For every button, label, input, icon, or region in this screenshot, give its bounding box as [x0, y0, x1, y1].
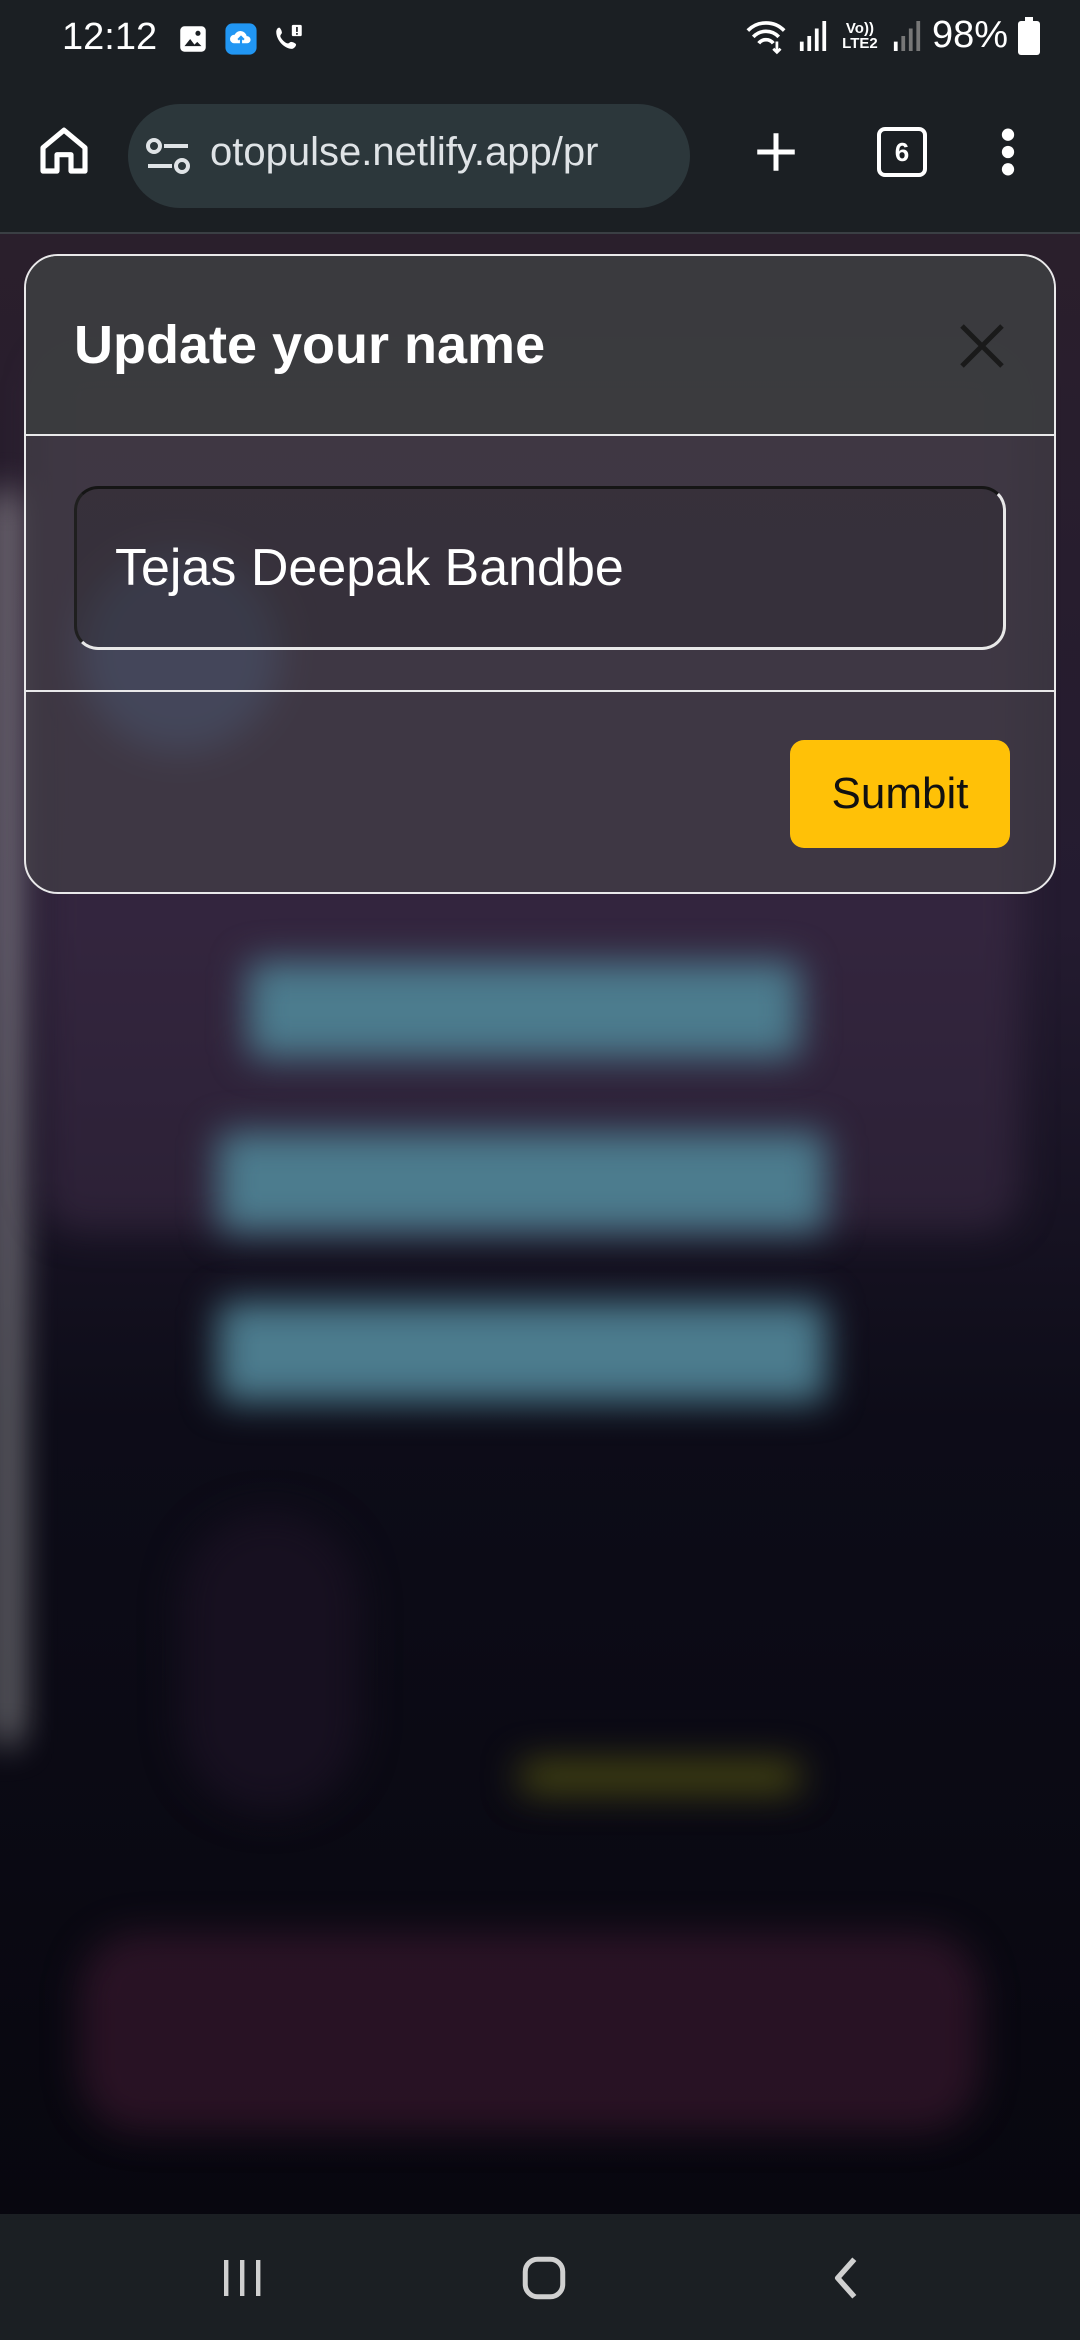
browser-toolbar: otopulse.netlify.app/pr 6 — [0, 80, 1080, 234]
home-nav-button[interactable] — [504, 2238, 584, 2318]
dialog-title: Update your name — [74, 315, 546, 375]
dialog-header: Update your name — [26, 256, 1054, 436]
system-icons: Vo)) LTE2 98% — [744, 14, 1040, 57]
home-icon — [40, 127, 88, 174]
home-button[interactable] — [28, 114, 100, 186]
recents-icon — [224, 2260, 261, 2296]
blurred-button-3 — [218, 1302, 826, 1402]
blurred-edge — [0, 492, 14, 1742]
battery-icon — [1018, 16, 1040, 55]
back-icon — [834, 2257, 857, 2299]
tune-icon[interactable] — [146, 136, 190, 176]
blurred-glow — [80, 1932, 980, 2132]
url-text[interactable]: otopulse.netlify.app/pr — [210, 130, 598, 175]
address-bar[interactable]: otopulse.netlify.app/pr — [128, 104, 690, 208]
call-alert-icon — [276, 24, 302, 49]
status-time: 12:12 — [62, 16, 158, 58]
close-icon — [960, 324, 1004, 368]
blurred-figure — [180, 1512, 360, 1812]
more-vert-icon — [1001, 128, 1015, 176]
tab-switcher-button[interactable]: 6 — [864, 114, 940, 190]
close-button[interactable] — [952, 316, 1012, 376]
blurred-link — [520, 1762, 800, 1792]
new-tab-button[interactable] — [738, 114, 814, 190]
submit-button[interactable]: Sumbit — [790, 740, 1010, 848]
status-bar: 12:12 Vo)) LTE2 98% — [0, 0, 1080, 80]
menu-button[interactable] — [980, 114, 1036, 190]
blurred-button-1 — [248, 962, 800, 1058]
network-type: Vo)) LTE2 — [842, 19, 878, 52]
gallery-icon — [180, 26, 206, 52]
name-input[interactable] — [74, 486, 1006, 650]
signal-icon — [799, 20, 827, 51]
tabs-icon: 6 — [877, 127, 927, 177]
home-nav-icon — [522, 2256, 566, 2300]
wifi-icon — [746, 20, 786, 54]
battery-level: 98% — [931, 14, 1008, 56]
plus-icon — [757, 133, 795, 171]
back-button[interactable] — [806, 2238, 886, 2318]
dialog-body — [26, 436, 1054, 692]
cloud-upload-icon — [225, 23, 257, 55]
update-name-dialog: Update your name Sumbit — [24, 254, 1056, 894]
blurred-button-2 — [218, 1132, 826, 1232]
screen: 12:12 Vo)) LTE2 98% otopulse.netlify.app… — [0, 0, 1080, 2340]
notification-icons — [176, 22, 306, 56]
signal-weak-icon — [893, 20, 921, 51]
recents-button[interactable] — [202, 2238, 282, 2318]
system-nav-bar — [0, 2214, 1080, 2340]
